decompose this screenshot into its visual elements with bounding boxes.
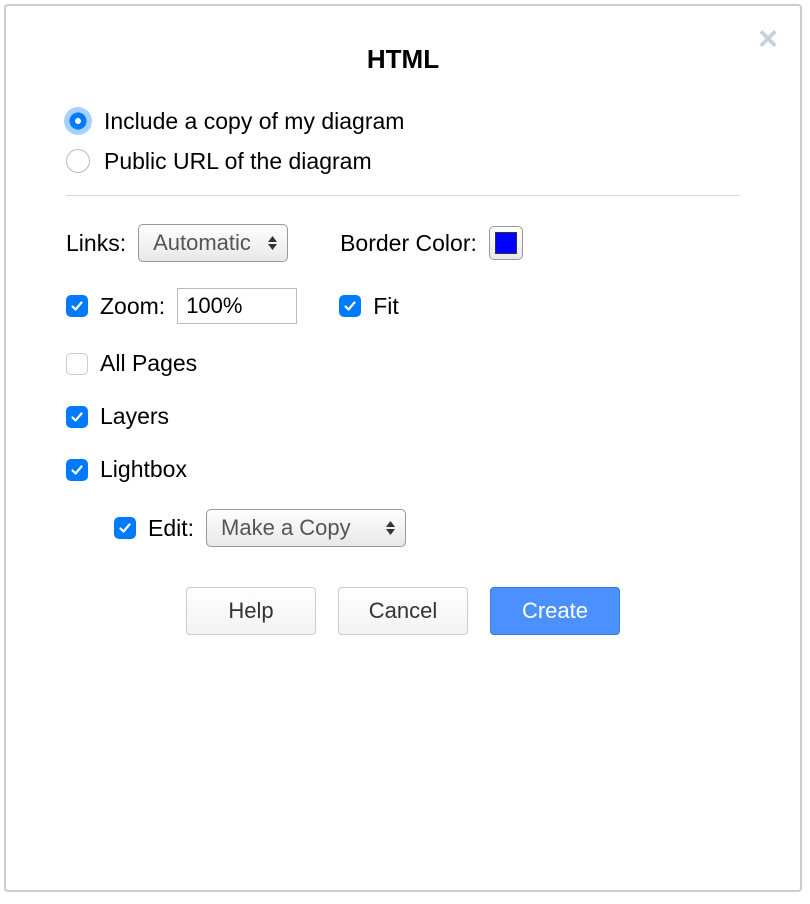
links-select[interactable]: Automatic xyxy=(138,224,288,262)
edit-checkbox[interactable] xyxy=(114,517,136,539)
select-arrows-icon xyxy=(268,236,277,250)
lightbox-row: Lightbox xyxy=(66,456,740,483)
lightbox-checkbox[interactable] xyxy=(66,459,88,481)
edit-row: Edit: Make a Copy xyxy=(114,509,740,547)
zoom-input[interactable] xyxy=(177,288,297,324)
close-icon[interactable]: × xyxy=(758,22,778,56)
edit-label: Edit: xyxy=(148,515,194,542)
radio-icon xyxy=(66,149,90,173)
zoom-row: Zoom: Fit xyxy=(66,288,740,324)
border-color-picker[interactable] xyxy=(489,226,523,260)
help-button-label: Help xyxy=(228,598,273,624)
links-label: Links: xyxy=(66,230,126,257)
all-pages-row: All Pages xyxy=(66,350,740,377)
fit-label: Fit xyxy=(373,293,399,320)
radio-icon-selected xyxy=(64,107,92,135)
radio-public-url-label: Public URL of the diagram xyxy=(104,150,372,173)
button-row: Help Cancel Create xyxy=(66,587,740,635)
layers-checkbox[interactable] xyxy=(66,406,88,428)
export-html-dialog: × HTML Include a copy of my diagram Publ… xyxy=(4,4,802,892)
dialog-title: HTML xyxy=(66,44,740,75)
radio-public-url[interactable]: Public URL of the diagram xyxy=(66,149,740,173)
lightbox-label: Lightbox xyxy=(100,456,187,483)
cancel-button[interactable]: Cancel xyxy=(338,587,468,635)
create-button-label: Create xyxy=(522,598,588,624)
select-arrows-icon xyxy=(386,521,395,535)
zoom-checkbox[interactable] xyxy=(66,295,88,317)
all-pages-checkbox[interactable] xyxy=(66,353,88,375)
cancel-button-label: Cancel xyxy=(369,598,437,624)
fit-checkbox[interactable] xyxy=(339,295,361,317)
edit-select[interactable]: Make a Copy xyxy=(206,509,406,547)
radio-include-copy[interactable]: Include a copy of my diagram xyxy=(66,107,740,135)
edit-select-value: Make a Copy xyxy=(221,515,351,541)
divider xyxy=(66,195,740,196)
help-button[interactable]: Help xyxy=(186,587,316,635)
border-color-label: Border Color: xyxy=(340,230,477,257)
layers-row: Layers xyxy=(66,403,740,430)
layers-label: Layers xyxy=(100,403,169,430)
create-button[interactable]: Create xyxy=(490,587,620,635)
all-pages-label: All Pages xyxy=(100,350,197,377)
radio-include-copy-label: Include a copy of my diagram xyxy=(104,110,404,133)
links-row: Links: Automatic Border Color: xyxy=(66,224,740,262)
links-select-value: Automatic xyxy=(153,230,251,256)
color-swatch-inner xyxy=(495,232,517,254)
zoom-label: Zoom: xyxy=(100,293,165,320)
